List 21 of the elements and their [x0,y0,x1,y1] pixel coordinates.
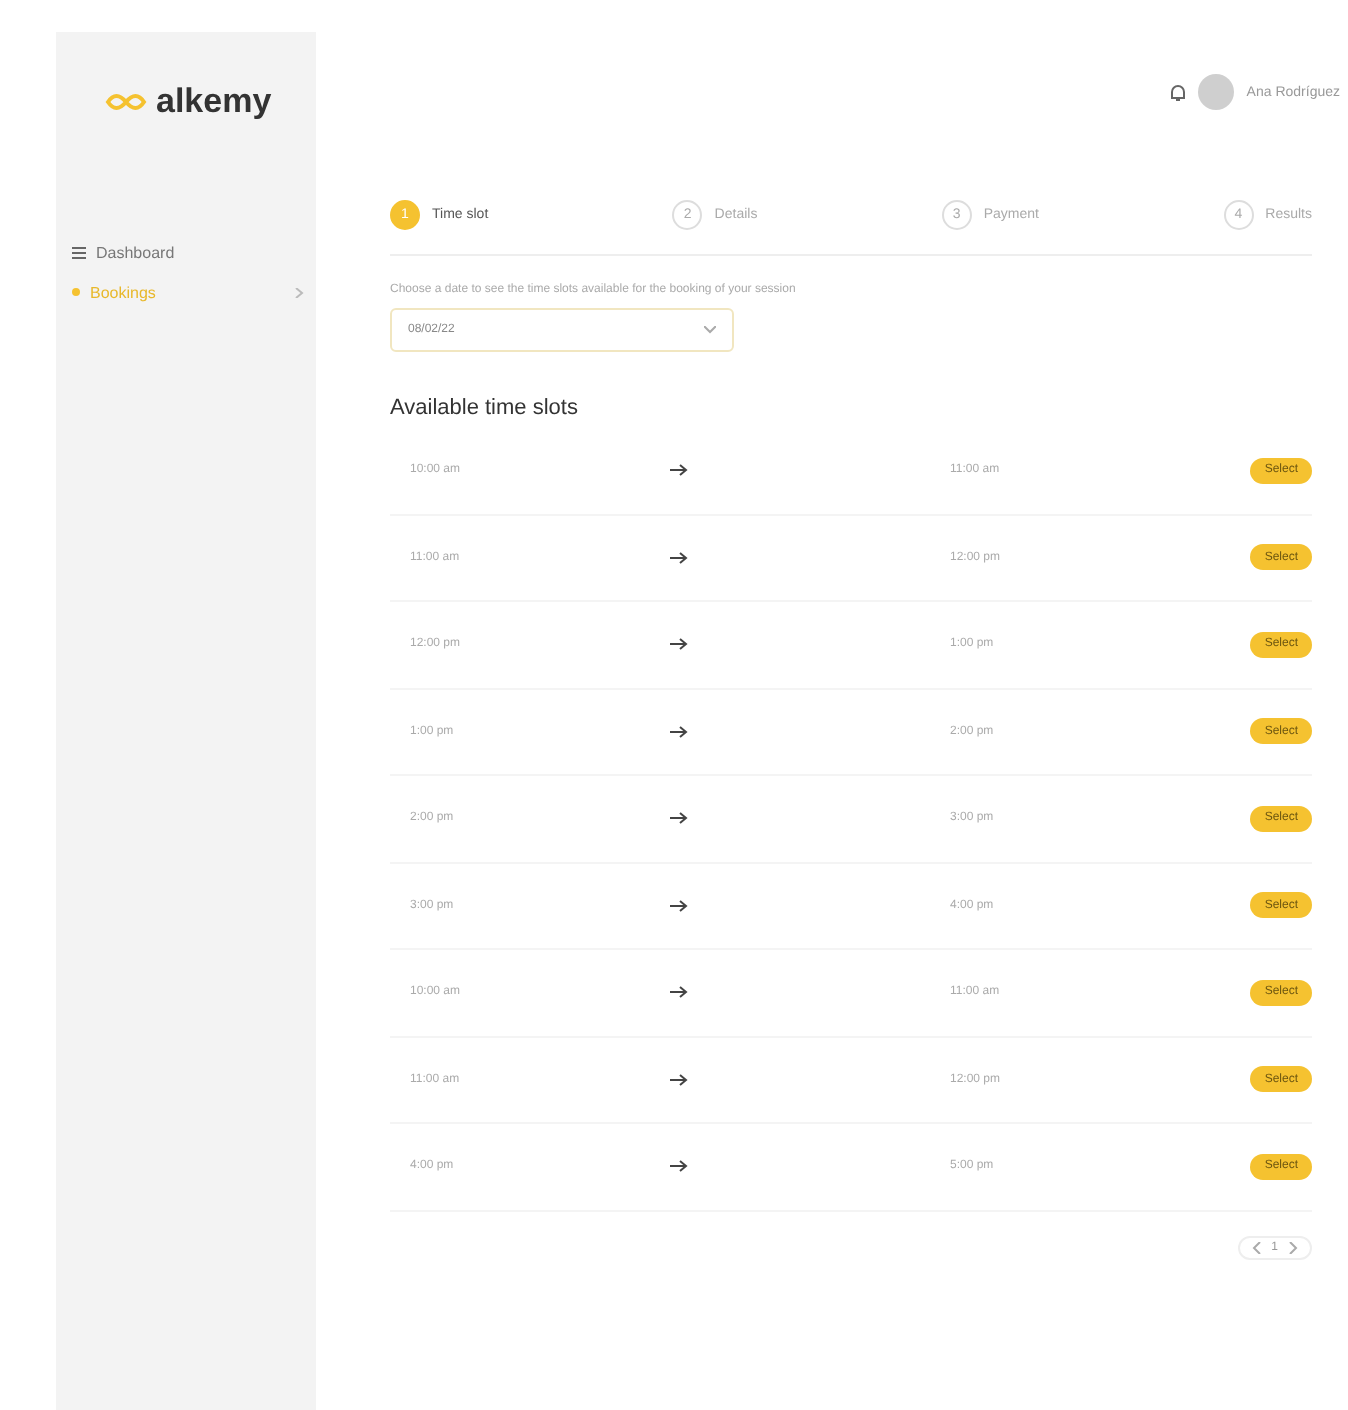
arrow-icon [670,1073,688,1086]
logo-icon [104,88,148,116]
dot-icon [72,288,80,296]
caret-icon [704,326,716,334]
next-icon[interactable] [1286,1241,1298,1253]
arrow-icon [670,725,688,738]
avatar[interactable] [1198,74,1235,110]
section-title: Available time slots [390,396,580,420]
menu-icon [72,245,86,259]
arrow-icon [670,1160,688,1173]
arrow-icon [670,899,688,912]
chevron-icon [294,287,304,297]
bell-icon[interactable] [1170,83,1187,101]
arrow-icon [670,638,688,651]
sidebar-item[interactable]: Dashboard [72,232,316,272]
previous-icon[interactable] [1251,1241,1264,1253]
arrow-icon [670,986,688,999]
arrow-icon [670,464,688,477]
brand-name: alkemy [156,82,272,122]
arrow-icon [670,551,688,564]
arrow-icon [670,812,688,825]
